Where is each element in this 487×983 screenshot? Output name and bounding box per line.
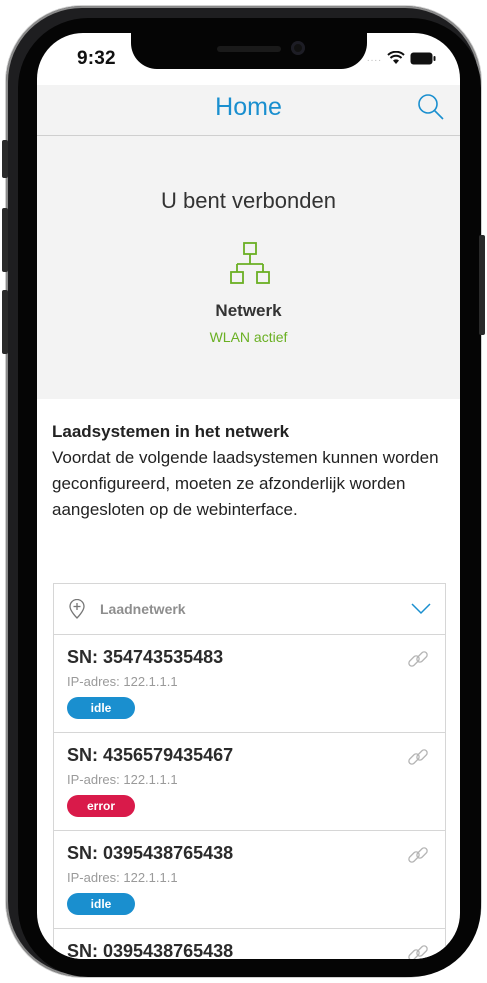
charging-network-list: Laadnetwerk SN: 354743535483 IP-adres: 1…: [53, 583, 446, 959]
battery-icon: [410, 52, 436, 64]
serial-number: SN: 0395438765438: [67, 843, 234, 863]
page-title: Home: [215, 93, 282, 121]
info-body: Voordat de volgende laadsystemen kunnen …: [52, 448, 439, 519]
info-heading: Laadsystemen in het netwerk: [52, 422, 290, 441]
mute-switch: [2, 140, 8, 178]
volume-down-button: [2, 290, 8, 354]
network-icon: [230, 242, 270, 284]
link-icon[interactable]: [407, 844, 429, 866]
screen: 9:32 .... Home U bent verbonden Netwerk …: [37, 33, 460, 959]
ip-address: IP-adres: 122.1.1.1: [67, 772, 178, 787]
status-badge: idle: [67, 697, 135, 719]
connection-title: U bent verbonden: [161, 188, 336, 213]
info-section: Laadsystemen in het netwerk Voordat de v…: [52, 419, 447, 523]
list-item[interactable]: SN: 0395438765438 IP-adres: 122.1.1.1 id…: [54, 831, 445, 929]
power-button: [479, 235, 485, 335]
chevron-down-icon[interactable]: [411, 603, 431, 615]
signal-dots-icon: ....: [366, 52, 382, 64]
link-icon[interactable]: [407, 942, 429, 959]
ip-address: IP-adres: 122.1.1.1: [67, 674, 178, 689]
list-header-laadnetwerk[interactable]: Laadnetwerk: [54, 584, 445, 635]
nav-header: Home: [37, 85, 460, 136]
ip-address: IP-adres: 122.1.1.1: [67, 870, 178, 885]
status-badge: idle: [67, 893, 135, 915]
list-item[interactable]: SN: 0395438765438: [54, 929, 445, 959]
link-icon[interactable]: [407, 746, 429, 768]
network-label: Netwerk: [215, 301, 282, 320]
list-item[interactable]: SN: 4356579435467 IP-adres: 122.1.1.1 er…: [54, 733, 445, 831]
volume-up-button: [2, 208, 8, 272]
link-icon[interactable]: [407, 648, 429, 670]
location-plus-icon: [69, 599, 85, 619]
network-status: WLAN actief: [209, 329, 288, 345]
serial-number: SN: 354743535483: [67, 647, 224, 667]
status-time: 9:32: [77, 48, 116, 69]
speaker: [217, 46, 281, 52]
wifi-icon: [387, 51, 405, 64]
status-badge: error: [67, 795, 135, 817]
serial-number: SN: 0395438765438: [67, 941, 234, 959]
status-icons: ....: [367, 51, 436, 65]
list-item[interactable]: SN: 354743535483 IP-adres: 122.1.1.1 idl…: [54, 635, 445, 733]
notch: [131, 33, 367, 69]
search-icon[interactable]: [416, 92, 446, 122]
list-title: Laadnetwerk: [100, 601, 186, 617]
camera: [291, 41, 305, 55]
connection-panel: U bent verbonden Netwerk WLAN actief: [37, 136, 460, 399]
serial-number: SN: 4356579435467: [67, 745, 234, 765]
